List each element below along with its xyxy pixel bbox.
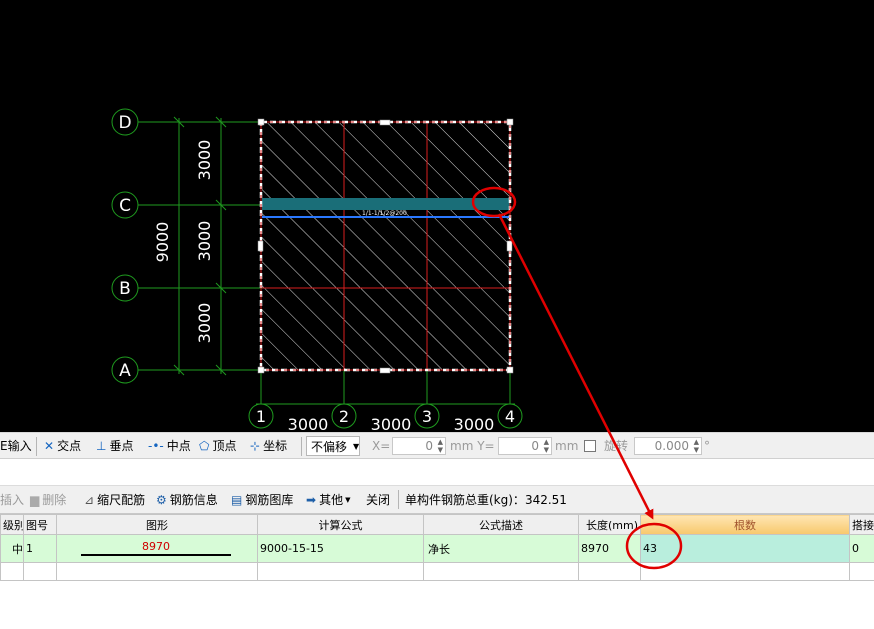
y-label: mm Y= bbox=[450, 438, 495, 453]
insert-button[interactable]: 插入 bbox=[0, 486, 24, 513]
offset-mode-select[interactable]: 不偏移 ▼ bbox=[306, 436, 360, 456]
cell-formula[interactable]: 9000-15-15 bbox=[257, 534, 424, 563]
header-formula[interactable]: 计算公式 bbox=[257, 514, 424, 535]
x-input[interactable]: 0 ▲ ▼ bbox=[392, 437, 446, 455]
close-button[interactable]: 关闭 bbox=[366, 486, 390, 513]
total-weight: 单构件钢筋总重(kg)： 342.51 bbox=[405, 492, 567, 508]
snap-vertex-button[interactable]: ⬠ 顶点 bbox=[199, 433, 236, 458]
svg-text:C: C bbox=[119, 196, 131, 216]
rebar-library-button[interactable]: ▤ 钢筋图库 bbox=[231, 486, 293, 513]
rebar-table: 级别 图号 图形 计算公式 公式描述 长度(mm) 根数 搭接 中 1 8970… bbox=[0, 514, 874, 581]
scale-rebar-button[interactable]: ⊿ 缩尺配筋 bbox=[84, 486, 145, 513]
header-lap[interactable]: 搭接 bbox=[849, 514, 874, 535]
header-grade[interactable]: 级别 bbox=[0, 514, 24, 535]
vertex-icon: ⬠ bbox=[199, 438, 210, 453]
svg-text:1: 1 bbox=[256, 407, 266, 426]
chevron-down-icon: ▼ bbox=[353, 441, 360, 451]
cell-count[interactable]: 43 bbox=[640, 534, 850, 563]
cell-shape[interactable]: 8970 bbox=[56, 534, 258, 563]
slab-hatch[interactable] bbox=[262, 123, 510, 370]
row-axis-bubbles: D C B A bbox=[111, 108, 139, 384]
table-header: 级别 图号 图形 计算公式 公式描述 长度(mm) 根数 搭接 bbox=[0, 514, 874, 535]
header-count[interactable]: 根数 bbox=[640, 514, 850, 535]
header-figure-no[interactable]: 图号 bbox=[23, 514, 57, 535]
drawing-canvas[interactable]: 1/1-1/1/2@200 D C B A 1 2 3 4 3000 3000 … bbox=[0, 0, 874, 432]
rotate-input[interactable]: 0.000 ▲ ▼ bbox=[634, 437, 702, 455]
svg-text:A: A bbox=[119, 361, 131, 381]
y-input[interactable]: 0 ▲ ▼ bbox=[498, 437, 552, 455]
rebar-shape: 8970 bbox=[81, 538, 231, 560]
table-row-empty[interactable] bbox=[0, 562, 874, 581]
svg-text:3000: 3000 bbox=[195, 140, 214, 181]
rebar-library-icon: ▤ bbox=[231, 492, 243, 507]
header-shape[interactable]: 图形 bbox=[56, 514, 258, 535]
other-icon: ➡ bbox=[306, 492, 317, 507]
snap-midpoint-button[interactable]: -•- 中点 bbox=[148, 433, 191, 458]
left-dimension-texts: 3000 3000 3000 9000 bbox=[153, 140, 214, 344]
svg-text:2: 2 bbox=[339, 407, 349, 426]
svg-text:D: D bbox=[118, 113, 131, 133]
header-length[interactable]: 长度(mm) bbox=[578, 514, 641, 535]
svg-text:4: 4 bbox=[505, 407, 515, 426]
blank-strip bbox=[0, 459, 874, 486]
midpoint-icon: -•- bbox=[148, 438, 164, 453]
x-label: X= bbox=[372, 438, 391, 453]
delete-button[interactable]: ▆ 删除 bbox=[30, 486, 66, 513]
header-formula-desc[interactable]: 公式描述 bbox=[423, 514, 579, 535]
rebar-info-button[interactable]: ⚙ 钢筋信息 bbox=[156, 486, 218, 513]
cell-length[interactable]: 8970 bbox=[578, 534, 641, 563]
scale-rebar-icon: ⊿ bbox=[84, 492, 95, 507]
svg-text:3000: 3000 bbox=[195, 221, 214, 262]
cell-grade[interactable]: 中 bbox=[0, 534, 24, 563]
svg-text:B: B bbox=[119, 279, 131, 299]
y-unit: mm bbox=[555, 438, 579, 453]
rebar-shape-length: 8970 bbox=[142, 539, 170, 553]
snap-coordinate-button[interactable]: ⊹ 坐标 bbox=[250, 433, 287, 458]
snap-perpendicular-button[interactable]: ⊥ 垂点 bbox=[96, 433, 133, 458]
delete-icon: ▆ bbox=[30, 492, 40, 507]
svg-text:3000: 3000 bbox=[195, 303, 214, 344]
chevron-down-icon: ▼ bbox=[345, 495, 351, 504]
rebar-band[interactable] bbox=[262, 198, 510, 210]
rebar-toolbar: 插入 ▆ 删除 ⊿ 缩尺配筋 ⚙ 钢筋信息 ▤ 钢筋图库 ➡ 其他 ▼ 关闭 单构件钢筋总重… bbox=[0, 486, 874, 514]
snap-toolbar: E输入 ✕ 交点 ⊥ 垂点 -•- 中点 ⬠ 顶点 ⊹ 坐标 不偏移 ▼ X= 0 ▲ ▼ mm… bbox=[0, 432, 874, 459]
rebar-info-icon: ⚙ bbox=[156, 492, 167, 507]
degree-label: ° bbox=[704, 438, 710, 453]
rotate-checkbox[interactable]: 旋转 bbox=[584, 433, 628, 458]
intersection-icon: ✕ bbox=[44, 438, 55, 453]
input-button[interactable]: E输入 bbox=[0, 433, 32, 458]
rebar-note: 1/1-1/1/2@200 bbox=[362, 210, 407, 217]
checkbox-icon bbox=[584, 439, 596, 452]
svg-text:3000: 3000 bbox=[288, 415, 329, 432]
table-row[interactable]: 中 1 8970 9000-15-15 净长 8970 43 0 bbox=[0, 534, 874, 563]
perpendicular-icon: ⊥ bbox=[96, 438, 107, 453]
svg-text:9000: 9000 bbox=[153, 222, 172, 263]
spinner-icon: ▲ ▼ bbox=[693, 438, 699, 454]
svg-text:3000: 3000 bbox=[454, 415, 495, 432]
other-menu-button[interactable]: ➡ 其他 ▼ bbox=[306, 486, 350, 513]
coordinate-icon: ⊹ bbox=[250, 438, 261, 453]
svg-text:3: 3 bbox=[422, 407, 432, 426]
snap-intersection-button[interactable]: ✕ 交点 bbox=[44, 433, 81, 458]
bottom-dimension-texts: 3000 3000 3000 bbox=[288, 415, 495, 432]
cell-lap[interactable]: 0 bbox=[849, 534, 874, 563]
cell-figure-no[interactable]: 1 bbox=[23, 534, 57, 563]
spinner-icon: ▲ ▼ bbox=[543, 438, 549, 454]
spinner-icon: ▲ ▼ bbox=[437, 438, 443, 454]
cell-formula-desc[interactable]: 净长 bbox=[423, 534, 579, 563]
svg-text:3000: 3000 bbox=[371, 415, 412, 432]
